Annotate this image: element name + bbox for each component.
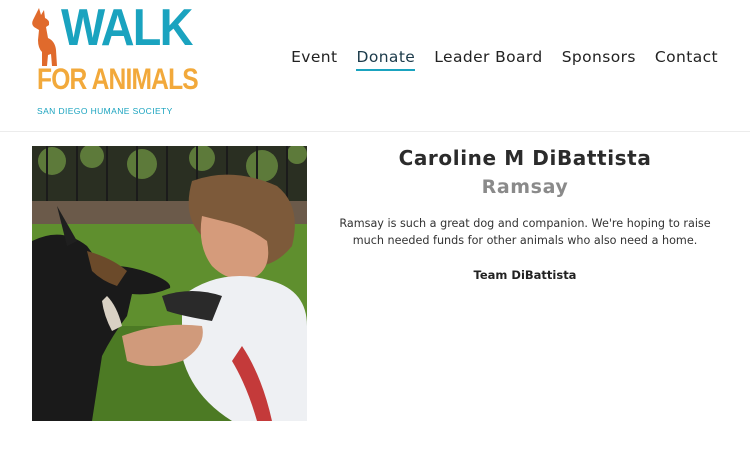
walk-for-animals-logo[interactable]: WALK FOR ANIMALS SAN DIEGO HUMANE SOCIET…: [30, 2, 199, 118]
participant-name: Caroline M DiBattista: [398, 146, 652, 170]
team-link[interactable]: Team DiBattista: [330, 268, 720, 282]
nav-sponsors[interactable]: Sponsors: [562, 48, 636, 71]
participant-info: Caroline M DiBattista Ramsay Ramsay is s…: [330, 146, 720, 282]
nav-contact[interactable]: Contact: [655, 48, 718, 71]
logo-walk-text: WALK: [61, 0, 193, 57]
dog-logo-icon: [32, 8, 57, 66]
logo-org-text: SAN DIEGO HUMANE SOCIETY: [37, 106, 173, 116]
site-header: WALK FOR ANIMALS SAN DIEGO HUMANE SOCIET…: [0, 0, 750, 132]
participant-photo: [32, 146, 307, 421]
participant-story: Ramsay is such a great dog and companion…: [339, 217, 711, 247]
nav-donate[interactable]: Donate: [356, 48, 416, 71]
page: WALK FOR ANIMALS SAN DIEGO HUMANE SOCIET…: [0, 0, 750, 450]
logo-for-animals-text: FOR ANIMALS: [37, 63, 199, 96]
pet-name: Ramsay: [481, 176, 569, 198]
nav-event[interactable]: Event: [291, 48, 337, 71]
photo-illustration: [32, 146, 307, 421]
main-nav: Event Donate Leader Board Sponsors Conta…: [291, 48, 718, 71]
nav-leader-board[interactable]: Leader Board: [434, 48, 542, 71]
